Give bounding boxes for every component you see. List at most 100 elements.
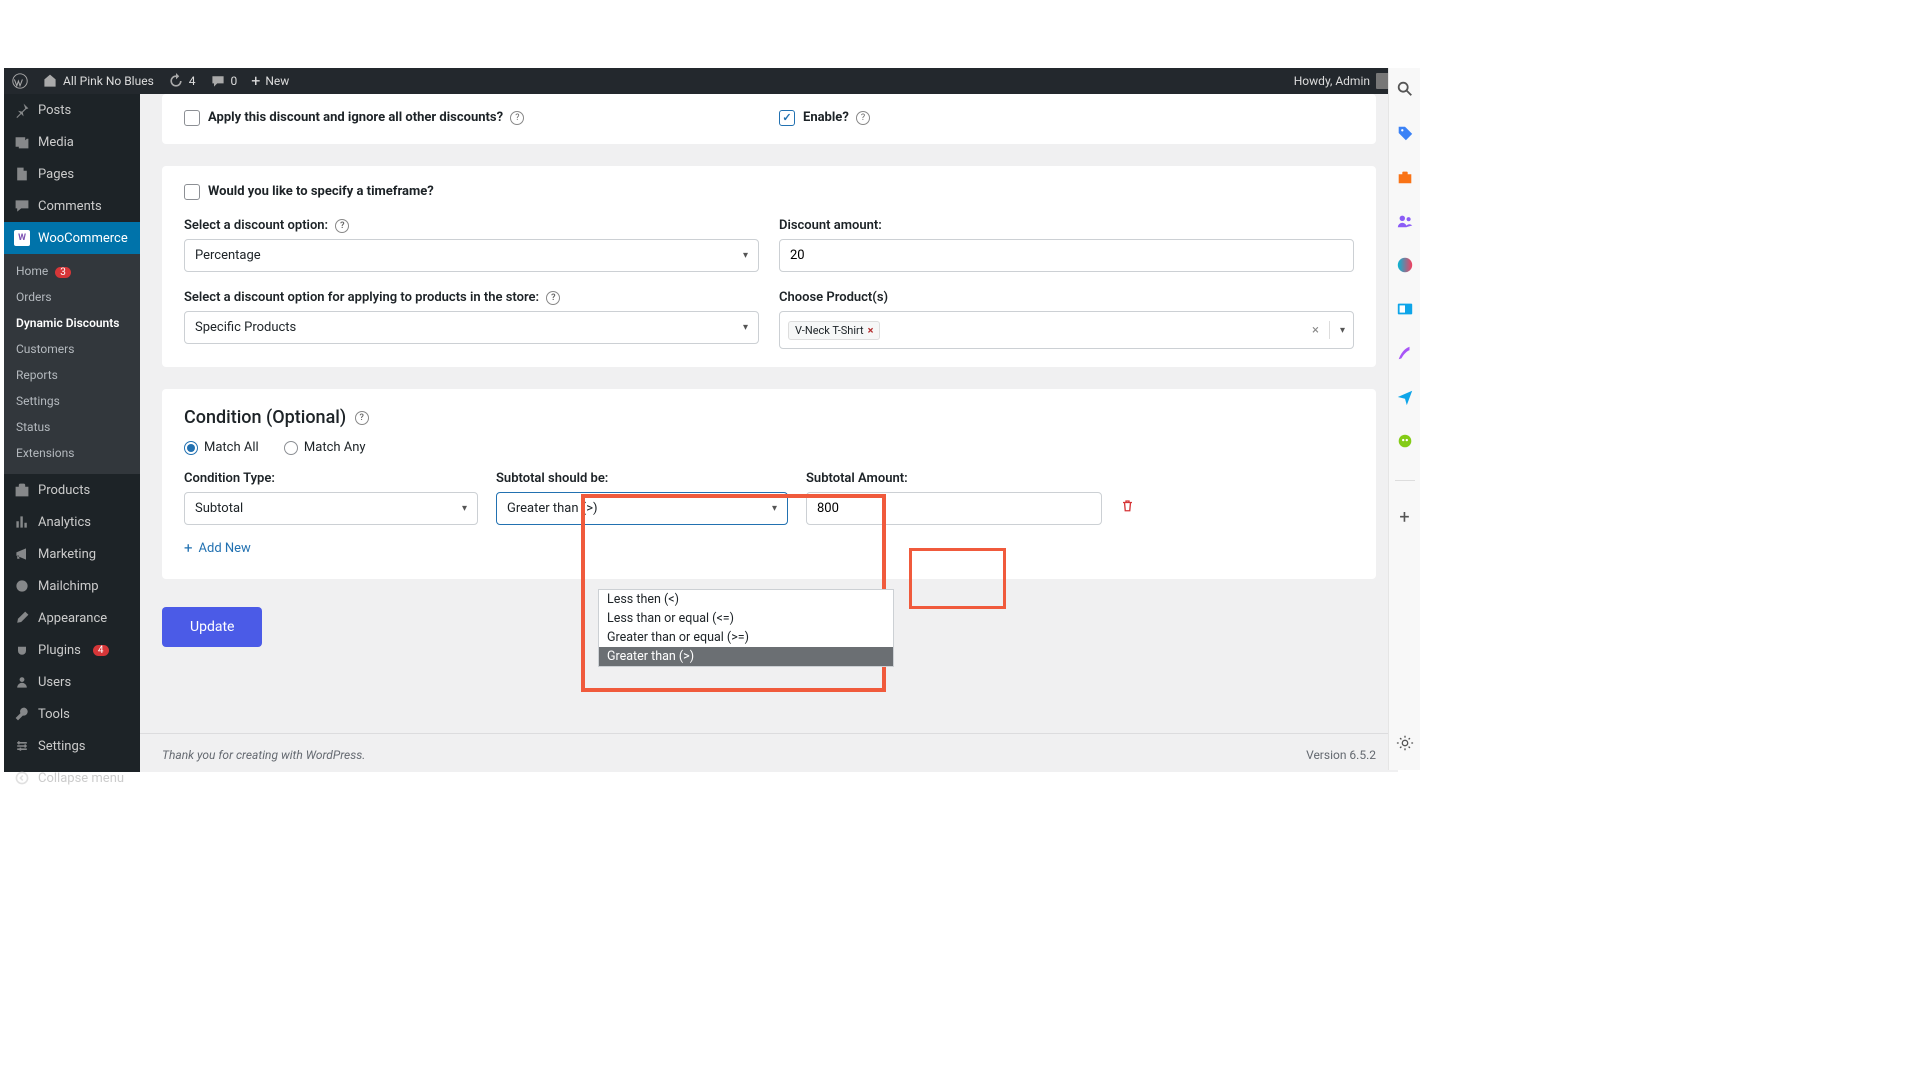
gear-icon[interactable]	[1396, 734, 1414, 756]
operator-dropdown-list: Less then (<) Less than or equal (<=) Gr…	[598, 589, 894, 667]
apply-to-select[interactable]: Specific Products▾	[184, 311, 759, 344]
office-icon[interactable]	[1396, 256, 1414, 278]
discount-amount-input[interactable]	[779, 239, 1354, 272]
site-name-link[interactable]: All Pink No Blues	[42, 73, 154, 89]
plugins-badge: 4	[93, 645, 109, 656]
woo-sub-status[interactable]: Status	[4, 414, 140, 440]
condition-title: Condition (Optional) ?	[184, 407, 1354, 428]
condition-type-select[interactable]: Subtotal▾	[184, 492, 478, 525]
dropdown-option-selected[interactable]: Greater than (>)	[599, 647, 893, 666]
duo-icon[interactable]	[1396, 432, 1414, 454]
sidebar-item-plugins[interactable]: Plugins 4	[4, 634, 140, 666]
woo-sub-reports[interactable]: Reports	[4, 362, 140, 388]
update-button[interactable]: Update	[162, 607, 262, 647]
settings-icon	[14, 738, 30, 754]
help-icon[interactable]: ?	[546, 291, 560, 305]
woo-sub-home[interactable]: Home 3	[4, 258, 140, 284]
help-icon[interactable]: ?	[335, 219, 349, 233]
woo-sub-settings[interactable]: Settings	[4, 388, 140, 414]
comments-link[interactable]: 0	[210, 73, 238, 89]
media-icon	[14, 134, 30, 150]
howdy-user[interactable]: Howdy, Admin	[1294, 73, 1392, 89]
sidebar-item-analytics[interactable]: Analytics	[4, 506, 140, 538]
updates-link[interactable]: 4	[168, 73, 196, 89]
collapse-icon	[14, 770, 30, 786]
chevron-down-icon: ▾	[743, 322, 748, 333]
subtotal-amount-label: Subtotal Amount:	[806, 471, 1102, 486]
sidebar-item-comments[interactable]: Comments	[4, 190, 140, 222]
product-chip: V-Neck T-Shirt×	[788, 321, 880, 340]
plugin-icon	[14, 642, 30, 658]
subtotal-should-be-label: Subtotal should be:	[496, 471, 788, 486]
sidebar-item-mailchimp[interactable]: Mailchimp	[4, 570, 140, 602]
woo-sub-orders[interactable]: Orders	[4, 284, 140, 310]
chevron-down-icon: ▾	[743, 250, 748, 261]
apply-ignore-check[interactable]: Apply this discount and ignore all other…	[184, 110, 524, 125]
dropdown-option[interactable]: Less than or equal (<=)	[599, 609, 893, 628]
footer-version: Version 6.5.2	[1306, 748, 1376, 762]
pin-icon	[14, 102, 30, 118]
discount-option-select[interactable]: Percentage▾	[184, 239, 759, 272]
sidebar-item-posts[interactable]: Posts	[4, 94, 140, 126]
discount-amount-label: Discount amount:	[779, 218, 1354, 233]
chevron-down-icon[interactable]: ▾	[1340, 325, 1345, 336]
chip-remove-icon[interactable]: ×	[868, 324, 874, 337]
dropdown-option[interactable]: Greater than or equal (>=)	[599, 628, 893, 647]
discount-card-top: Apply this discount and ignore all other…	[162, 94, 1376, 144]
comment-icon	[14, 198, 30, 214]
sidebar-collapse[interactable]: Collapse menu	[4, 762, 140, 794]
footer: Thank you for creating with WordPress. V…	[140, 733, 1398, 772]
delete-condition-button[interactable]	[1120, 498, 1135, 525]
add-new-condition[interactable]: +Add New	[184, 539, 251, 557]
timeframe-check[interactable]: Would you like to specify a timeframe?	[184, 184, 434, 199]
sidebar-item-settings[interactable]: Settings	[4, 730, 140, 762]
enable-check[interactable]: ✓Enable? ?	[779, 110, 870, 125]
woo-sub-customers[interactable]: Customers	[4, 336, 140, 362]
new-link[interactable]: +New	[251, 74, 289, 88]
match-any-radio[interactable]: Match Any	[284, 440, 366, 455]
product-tag-input[interactable]: V-Neck T-Shirt× × ▾	[779, 311, 1354, 349]
clear-icon[interactable]: ×	[1312, 323, 1319, 338]
wp-logo[interactable]	[12, 73, 28, 89]
help-icon[interactable]: ?	[510, 111, 524, 125]
sidebar-item-pages[interactable]: Pages	[4, 158, 140, 190]
woocommerce-icon: W	[14, 230, 30, 246]
apply-to-label: Select a discount option for applying to…	[184, 290, 759, 305]
sidebar-item-users[interactable]: Users	[4, 666, 140, 698]
feather-icon[interactable]	[1396, 344, 1414, 366]
tag-icon[interactable]	[1396, 124, 1414, 146]
add-icon[interactable]: +	[1399, 507, 1409, 528]
woo-sub-extensions[interactable]: Extensions	[4, 440, 140, 466]
discount-settings-card: Would you like to specify a timeframe? S…	[162, 166, 1376, 367]
sidebar-item-marketing[interactable]: Marketing	[4, 538, 140, 570]
people-icon[interactable]	[1396, 212, 1414, 234]
outlook-icon[interactable]	[1396, 300, 1414, 322]
marketing-icon	[14, 546, 30, 562]
help-icon[interactable]: ?	[355, 411, 369, 425]
woo-sub-dynamic-discounts[interactable]: Dynamic Discounts	[4, 310, 140, 336]
home-badge: 3	[55, 267, 71, 278]
highlight-box-amount	[909, 548, 1006, 609]
product-icon	[14, 482, 30, 498]
analytics-icon	[14, 514, 30, 530]
page-icon	[14, 166, 30, 182]
sidebar-item-products[interactable]: Products	[4, 474, 140, 506]
sidebar-item-media[interactable]: Media	[4, 126, 140, 158]
match-all-radio[interactable]: Match All	[184, 440, 259, 455]
mailchimp-icon	[14, 578, 30, 594]
edge-sidebar: +	[1388, 68, 1420, 770]
sidebar-item-appearance[interactable]: Appearance	[4, 602, 140, 634]
discount-option-label: Select a discount option: ?	[184, 218, 759, 233]
help-icon[interactable]: ?	[856, 111, 870, 125]
condition-type-label: Condition Type:	[184, 471, 478, 486]
tools-icon	[14, 706, 30, 722]
woo-submenu: Home 3 Orders Dynamic Discounts Customer…	[4, 254, 140, 474]
dropdown-option[interactable]: Less then (<)	[599, 590, 893, 609]
sidebar-item-tools[interactable]: Tools	[4, 698, 140, 730]
sidebar-item-woocommerce[interactable]: WWooCommerce	[4, 222, 140, 254]
brush-icon	[14, 610, 30, 626]
send-icon[interactable]	[1396, 388, 1414, 410]
search-icon[interactable]	[1396, 80, 1414, 102]
briefcase-icon[interactable]	[1396, 168, 1414, 190]
choose-products-label: Choose Product(s)	[779, 290, 1354, 305]
